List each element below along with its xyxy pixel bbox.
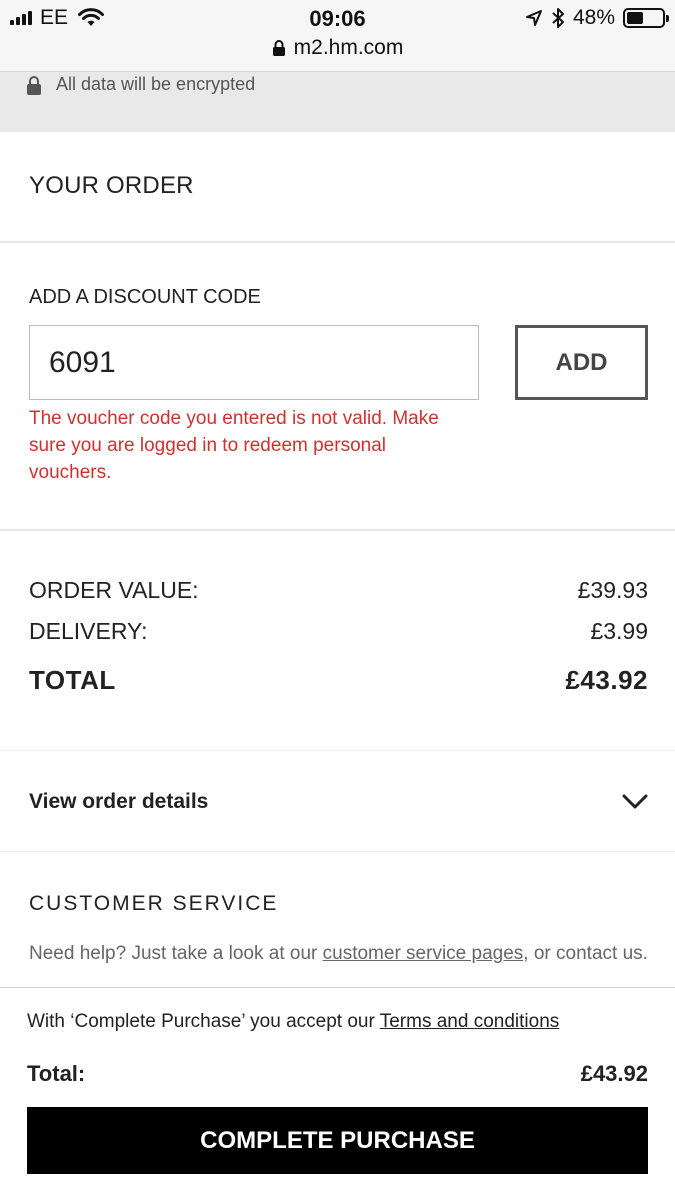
status-right: 48% — [525, 6, 669, 30]
complete-purchase-button[interactable]: COMPLETE PURCHASE — [27, 1107, 648, 1174]
status-bar: EE 09:06 48% m2.hm.com — [0, 0, 675, 72]
total-label: TOTAL — [29, 665, 116, 695]
order-value-label: ORDER VALUE: — [29, 577, 199, 603]
lock-icon — [27, 75, 41, 95]
order-value-amount: £39.93 — [577, 577, 648, 603]
your-order-section: YOUR ORDER — [0, 132, 675, 243]
delivery-label: DELIVERY: — [29, 618, 148, 644]
total-row: TOTAL £43.92 — [29, 665, 648, 696]
secure-banner: All data will be encrypted — [0, 72, 675, 132]
customer-service-link[interactable]: customer service pages — [323, 943, 524, 964]
terms-link[interactable]: Terms and conditions — [380, 1011, 560, 1032]
cs-text-after: , or contact us. — [523, 943, 648, 964]
lock-icon — [272, 40, 285, 56]
view-order-details-label: View order details — [29, 790, 209, 813]
footer-total-label: Total: — [27, 1061, 86, 1086]
cs-text-before: Need help? Just take a look at our — [29, 943, 323, 964]
location-arrow-icon — [525, 10, 542, 26]
discount-section: ADD A DISCOUNT CODE ADD The voucher code… — [0, 243, 675, 531]
bluetooth-icon — [552, 8, 564, 28]
total-amount: £43.92 — [565, 665, 648, 695]
discount-error-message: The voucher code you entered is not vali… — [29, 408, 439, 483]
battery-icon — [623, 8, 669, 28]
discount-title: ADD A DISCOUNT CODE — [29, 286, 261, 308]
page-title: YOUR ORDER — [29, 172, 194, 199]
checkout-footer: With ‘Complete Purchase’ you accept our … — [0, 987, 675, 1200]
url-bar[interactable]: m2.hm.com — [0, 36, 675, 60]
customer-service-text: Need help? Just take a look at our custo… — [29, 940, 654, 967]
chevron-down-icon — [622, 794, 648, 809]
add-discount-button[interactable]: ADD — [515, 325, 648, 400]
view-order-details-toggle[interactable]: View order details — [0, 751, 675, 852]
customer-service-title: CUSTOMER SERVICE — [29, 892, 279, 915]
secure-row: All data will be encrypted — [26, 74, 255, 95]
terms-notice: With ‘Complete Purchase’ you accept our … — [27, 1011, 559, 1033]
delivery-amount: £3.99 — [590, 618, 648, 644]
order-value-row: ORDER VALUE: £39.93 — [29, 577, 648, 604]
secure-text: All data will be encrypted — [56, 74, 256, 94]
url-text: m2.hm.com — [293, 36, 404, 59]
footer-total-amount: £43.92 — [580, 1061, 648, 1086]
discount-code-input[interactable] — [29, 325, 479, 400]
delivery-row: DELIVERY: £3.99 — [29, 618, 648, 645]
battery-percentage: 48% — [572, 6, 615, 29]
customer-service-section: CUSTOMER SERVICE Need help? Just take a … — [0, 852, 675, 992]
terms-prefix: With ‘Complete Purchase’ you accept our — [27, 1011, 380, 1032]
footer-total-row: Total: £43.92 — [27, 1061, 648, 1087]
order-summary: ORDER VALUE: £39.93 DELIVERY: £3.99 TOTA… — [0, 531, 675, 751]
